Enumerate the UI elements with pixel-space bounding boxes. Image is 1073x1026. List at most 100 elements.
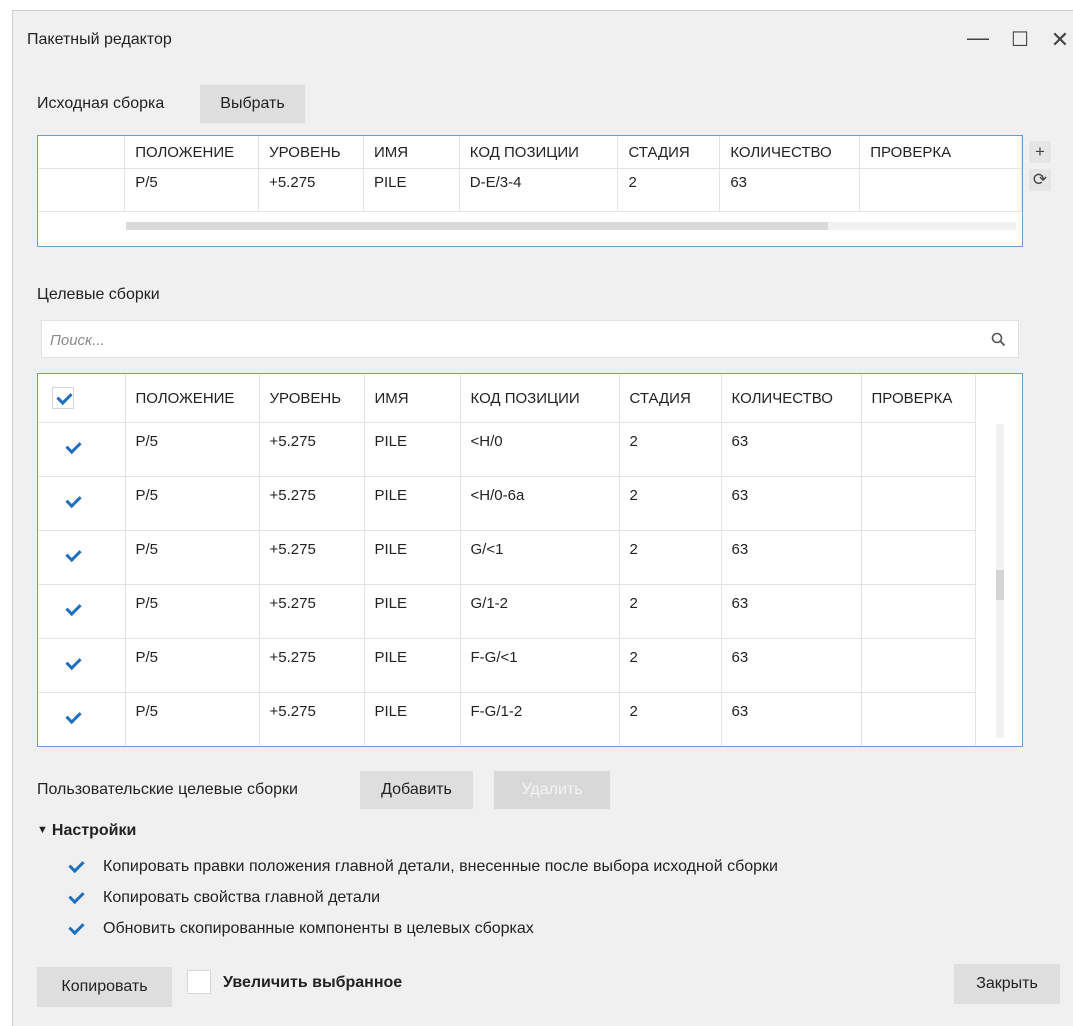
row-checkbox[interactable] — [62, 545, 84, 567]
table-cell: P/5 — [125, 530, 260, 585]
column-header[interactable]: СТАДИЯ — [617, 136, 721, 169]
column-header[interactable]: СТАДИЯ — [619, 374, 722, 423]
column-header[interactable]: УРОВЕНЬ — [258, 136, 364, 169]
table-row[interactable]: P/5 +5.275 PILE G/<1 2 63 — [38, 530, 976, 585]
table-cell — [861, 638, 976, 693]
custom-targets-label: Пользовательские целевые сборки — [37, 781, 298, 798]
row-checkbox-cell — [38, 584, 126, 639]
copy-properties-label: Копировать свойства главной детали — [103, 889, 381, 906]
update-components-label: Обновить скопированные компоненты в целе… — [103, 920, 534, 937]
table-row[interactable]: P/5 +5.275 PILE <H/0 2 63 — [38, 422, 976, 477]
table-row[interactable]: P/5 +5.275 PILE F-G/<1 2 63 — [38, 638, 976, 693]
select-all-header — [38, 374, 126, 423]
table-cell: 63 — [719, 168, 861, 212]
table-cell: 2 — [619, 476, 722, 531]
update-components-checkbox[interactable] — [65, 918, 87, 940]
row-checkbox[interactable] — [62, 599, 84, 621]
row-checkbox-cell — [38, 530, 126, 585]
column-header[interactable]: КОД ПОЗИЦИИ — [459, 136, 619, 169]
table-cell: 63 — [721, 692, 862, 746]
table-cell: 2 — [617, 168, 721, 212]
window-title: Пакетный редактор — [27, 31, 172, 48]
minimize-icon[interactable]: — — [963, 23, 993, 53]
source-grid: ПОЛОЖЕНИЕ УРОВЕНЬ ИМЯ КОД ПОЗИЦИИ СТАДИЯ… — [37, 135, 1023, 247]
zoom-selected-checkbox[interactable] — [187, 970, 211, 994]
column-header[interactable]: КОД ПОЗИЦИИ — [460, 374, 620, 423]
column-header[interactable]: ПРОВЕРКА — [861, 374, 976, 423]
close-button[interactable]: Закрыть — [954, 964, 1060, 1004]
copy-position-edits-label: Копировать правки положения главной дета… — [103, 858, 778, 875]
table-cell: P/5 — [125, 476, 260, 531]
column-header[interactable]: ПОЛОЖЕНИЕ — [125, 374, 260, 423]
batch-editor-window: Пакетный редактор — ☐ ✕ Исходная сборка … — [12, 10, 1073, 1026]
table-cell: G/<1 — [460, 530, 620, 585]
table-cell: +5.275 — [258, 168, 364, 212]
targets-table: ПОЛОЖЕНИЕ УРОВЕНЬ ИМЯ КОД ПОЗИЦИИ СТАДИЯ… — [38, 374, 976, 746]
remove-button[interactable]: Удалить — [494, 771, 610, 809]
maximize-icon[interactable]: ☐ — [1005, 25, 1035, 55]
table-row[interactable]: P/5 +5.275 PILE F-G/1-2 2 63 — [38, 692, 976, 746]
table-cell: <H/0-6a — [460, 476, 620, 531]
table-cell: PILE — [364, 476, 461, 531]
horizontal-scrollbar-thumb[interactable] — [126, 222, 828, 230]
table-cell: G/1-2 — [460, 584, 620, 639]
column-header[interactable]: ИМЯ — [364, 374, 461, 423]
column-header[interactable]: ИМЯ — [363, 136, 460, 169]
source-assembly-label: Исходная сборка — [37, 95, 165, 112]
table-cell: P/5 — [124, 168, 260, 212]
table-cell: PILE — [364, 638, 461, 693]
row-checkbox[interactable] — [62, 707, 84, 729]
table-cell: PILE — [364, 422, 461, 477]
vertical-scrollbar-thumb[interactable] — [996, 570, 1004, 600]
horizontal-scrollbar-track[interactable] — [126, 222, 1016, 230]
row-checkbox-cell — [38, 422, 126, 477]
column-header[interactable]: УРОВЕНЬ — [259, 374, 365, 423]
row-checkbox[interactable] — [62, 491, 84, 513]
table-cell: PILE — [364, 530, 461, 585]
table-cell: +5.275 — [259, 638, 365, 693]
column-header[interactable]: КОЛИЧЕСТВО — [721, 374, 862, 423]
table-cell: 2 — [619, 692, 722, 746]
caret-down-icon: ▼ — [37, 824, 48, 836]
column-header[interactable]: КОЛИЧЕСТВО — [719, 136, 861, 169]
settings-header[interactable]: ▼ Настройки — [37, 822, 136, 840]
table-cell: +5.275 — [259, 530, 365, 585]
table-row[interactable]: P/5 +5.275 PILE G/1-2 2 63 — [38, 584, 976, 639]
zoom-selected-label: Увеличить выбранное — [223, 974, 403, 991]
copy-properties-checkbox[interactable] — [65, 887, 87, 909]
select-all-checkbox[interactable] — [52, 387, 74, 409]
table-cell: 63 — [721, 422, 862, 477]
table-cell: <H/0 — [460, 422, 620, 477]
row-checkbox[interactable] — [62, 653, 84, 675]
table-cell: +5.275 — [259, 692, 365, 746]
table-cell: 63 — [721, 638, 862, 693]
add-button[interactable]: Добавить — [360, 771, 473, 809]
table-cell — [38, 168, 126, 212]
column-header[interactable]: ПРОВЕРКА — [859, 136, 1022, 169]
table-cell: 2 — [619, 584, 722, 639]
table-cell — [859, 168, 1022, 212]
table-cell: F-G/<1 — [460, 638, 620, 693]
select-button[interactable]: Выбрать — [200, 85, 305, 123]
refresh-icon[interactable]: ⟳ — [1029, 169, 1051, 191]
copy-position-edits-checkbox[interactable] — [65, 856, 87, 878]
magnifier-icon[interactable] — [991, 332, 1006, 347]
vertical-scrollbar-track[interactable] — [996, 424, 1004, 738]
column-header[interactable]: ПОЛОЖЕНИЕ — [124, 136, 260, 169]
table-cell: P/5 — [125, 692, 260, 746]
search-input[interactable] — [42, 321, 952, 359]
table-cell: PILE — [364, 584, 461, 639]
row-checkbox-cell — [38, 476, 126, 531]
table-row[interactable]: P/5 +5.275 PILE <H/0-6a 2 63 — [38, 476, 976, 531]
copy-button[interactable]: Копировать — [37, 967, 172, 1007]
targets-header-row: ПОЛОЖЕНИЕ УРОВЕНЬ ИМЯ КОД ПОЗИЦИИ СТАДИЯ… — [38, 374, 976, 423]
source-row[interactable]: P/5 +5.275 PILE D-E/3-4 2 63 — [38, 168, 1022, 212]
add-icon[interactable]: + — [1029, 141, 1051, 163]
table-cell: 2 — [619, 638, 722, 693]
table-cell: +5.275 — [259, 422, 365, 477]
row-checkbox[interactable] — [62, 437, 84, 459]
close-icon[interactable]: ✕ — [1045, 25, 1073, 55]
table-cell — [861, 476, 976, 531]
source-header-row: ПОЛОЖЕНИЕ УРОВЕНЬ ИМЯ КОД ПОЗИЦИИ СТАДИЯ… — [38, 136, 1022, 169]
title-bar: Пакетный редактор — ☐ ✕ — [13, 11, 1073, 71]
